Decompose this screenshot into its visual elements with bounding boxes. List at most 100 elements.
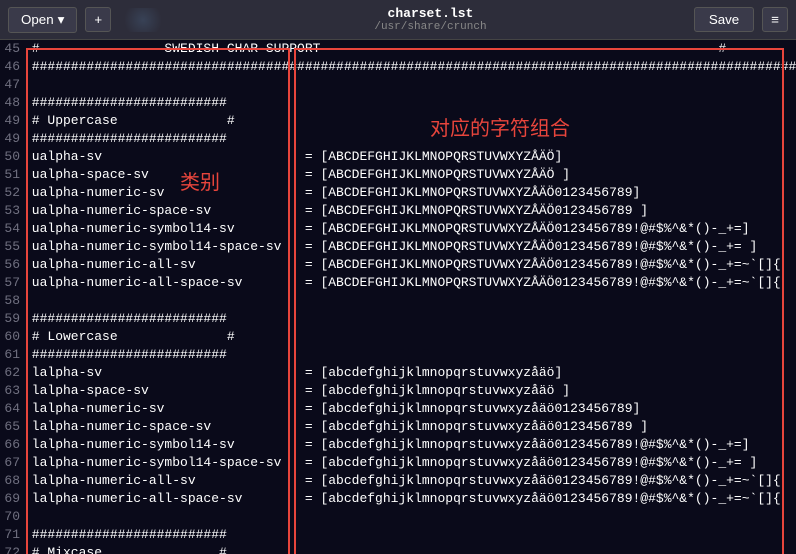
line-number: 65 bbox=[0, 418, 24, 436]
editor-line[interactable]: 49 ######################### bbox=[0, 130, 796, 148]
line-number: 55 bbox=[0, 238, 24, 256]
open-label: Open bbox=[21, 12, 54, 27]
editor-line[interactable]: 45 # SWEDISH CHAR-SUPPORT # bbox=[0, 40, 796, 58]
editor-line[interactable]: 59 ######################### bbox=[0, 310, 796, 328]
editor-line[interactable]: 54 ualpha-numeric-symbol14-sv = [ABCDEFG… bbox=[0, 220, 796, 238]
line-content: ######################### bbox=[24, 310, 796, 328]
line-number: 51 bbox=[0, 166, 24, 184]
line-number: 45 bbox=[0, 40, 24, 58]
editor-line[interactable]: 50 ualpha-sv = [ABCDEFGHIJKLMNOPQRSTUVWX… bbox=[0, 148, 796, 166]
editor-line[interactable]: 56 ualpha-numeric-all-sv = [ABCDEFGHIJKL… bbox=[0, 256, 796, 274]
line-content: ualpha-numeric-symbol14-sv = [ABCDEFGHIJ… bbox=[24, 220, 796, 238]
line-number: 63 bbox=[0, 382, 24, 400]
new-file-icon: + bbox=[94, 12, 102, 27]
line-number: 46 bbox=[0, 58, 24, 76]
line-number: 67 bbox=[0, 454, 24, 472]
line-content: lalpha-numeric-sv = [abcdefghijklmnopqrs… bbox=[24, 400, 796, 418]
line-content: lalpha-numeric-symbol14-sv = [abcdefghij… bbox=[24, 436, 796, 454]
save-button[interactable]: Save bbox=[694, 7, 754, 32]
line-content: lalpha-numeric-symbol14-space-sv = [abcd… bbox=[24, 454, 796, 472]
editor-line[interactable]: 71 ######################### bbox=[0, 526, 796, 544]
line-content: lalpha-numeric-all-space-sv = [abcdefghi… bbox=[24, 490, 796, 508]
editor-line[interactable]: 69 lalpha-numeric-all-space-sv = [abcdef… bbox=[0, 490, 796, 508]
editor-line[interactable]: 51 ualpha-space-sv = [ABCDEFGHIJKLMNOPQR… bbox=[0, 166, 796, 184]
line-content: ualpha-numeric-all-sv = [ABCDEFGHIJKLMNO… bbox=[24, 256, 796, 274]
editor-line[interactable]: 68 lalpha-numeric-all-sv = [abcdefghijkl… bbox=[0, 472, 796, 490]
line-content: lalpha-space-sv = [abcdefghijklmnopqrstu… bbox=[24, 382, 796, 400]
editor-area[interactable]: 45 # SWEDISH CHAR-SUPPORT #46 ##########… bbox=[0, 40, 796, 554]
open-button[interactable]: Open ▾ bbox=[8, 7, 77, 33]
line-number: 57 bbox=[0, 274, 24, 292]
line-number: 54 bbox=[0, 220, 24, 238]
line-content: # Uppercase # bbox=[24, 112, 796, 130]
line-content: ualpha-sv = [ABCDEFGHIJKLMNOPQRSTUVWXYZÅ… bbox=[24, 148, 796, 166]
editor-line[interactable]: 66 lalpha-numeric-symbol14-sv = [abcdefg… bbox=[0, 436, 796, 454]
line-content: lalpha-numeric-space-sv = [abcdefghijklm… bbox=[24, 418, 796, 436]
save-label: Save bbox=[709, 12, 739, 27]
line-content: ######################### bbox=[24, 526, 796, 544]
editor-line[interactable]: 49 # Uppercase # bbox=[0, 112, 796, 130]
editor-line[interactable]: 61 ######################### bbox=[0, 346, 796, 364]
line-content: ualpha-numeric-space-sv = [ABCDEFGHIJKLM… bbox=[24, 202, 796, 220]
line-content: ualpha-numeric-all-space-sv = [ABCDEFGHI… bbox=[24, 274, 796, 292]
chevron-down-icon: ▾ bbox=[58, 12, 65, 28]
line-number: 48 bbox=[0, 94, 24, 112]
editor-line[interactable]: 67 lalpha-numeric-symbol14-space-sv = [a… bbox=[0, 454, 796, 472]
editor-line[interactable]: 65 lalpha-numeric-space-sv = [abcdefghij… bbox=[0, 418, 796, 436]
hamburger-icon: ≡ bbox=[771, 12, 779, 27]
line-content bbox=[24, 508, 796, 526]
editor-line[interactable]: 47 bbox=[0, 76, 796, 94]
line-number: 60 bbox=[0, 328, 24, 346]
line-content bbox=[24, 76, 796, 94]
line-number: 56 bbox=[0, 256, 24, 274]
line-number: 66 bbox=[0, 436, 24, 454]
editor-line[interactable]: 57 ualpha-numeric-all-space-sv = [ABCDEF… bbox=[0, 274, 796, 292]
line-content: # Lowercase # bbox=[24, 328, 796, 346]
line-number: 47 bbox=[0, 76, 24, 94]
editor-line[interactable]: 55 ualpha-numeric-symbol14-space-sv = [A… bbox=[0, 238, 796, 256]
line-content: ######################### bbox=[24, 94, 796, 112]
line-number: 49 bbox=[0, 112, 24, 130]
line-number: 49 bbox=[0, 130, 24, 148]
editor-line[interactable]: 48 ######################### bbox=[0, 94, 796, 112]
file-title: charset.lst bbox=[167, 6, 694, 21]
editor-line[interactable]: 53 ualpha-numeric-space-sv = [ABCDEFGHIJ… bbox=[0, 202, 796, 220]
editor-line[interactable]: 70 bbox=[0, 508, 796, 526]
editor-line[interactable]: 46 #####################################… bbox=[0, 58, 796, 76]
line-content: ######################### bbox=[24, 130, 796, 148]
line-content: ualpha-space-sv = [ABCDEFGHIJKLMNOPQRSTU… bbox=[24, 166, 796, 184]
line-number: 52 bbox=[0, 184, 24, 202]
editor-line[interactable]: 72 # Mixcase # bbox=[0, 544, 796, 554]
line-number: 61 bbox=[0, 346, 24, 364]
editor-line[interactable]: 63 lalpha-space-sv = [abcdefghijklmnopqr… bbox=[0, 382, 796, 400]
line-content: ######################### bbox=[24, 346, 796, 364]
line-number: 58 bbox=[0, 292, 24, 310]
header-bar: Open ▾ + charset.lst /usr/share/crunch S… bbox=[0, 0, 796, 40]
editor-line[interactable]: 64 lalpha-numeric-sv = [abcdefghijklmnop… bbox=[0, 400, 796, 418]
menu-button[interactable]: ≡ bbox=[762, 7, 788, 32]
line-content: # SWEDISH CHAR-SUPPORT # bbox=[24, 40, 796, 58]
line-content: lalpha-sv = [abcdefghijklmnopqrstuvwxyzå… bbox=[24, 364, 796, 382]
editor-line[interactable]: 58 bbox=[0, 292, 796, 310]
title-area: charset.lst /usr/share/crunch bbox=[167, 6, 694, 33]
line-number: 53 bbox=[0, 202, 24, 220]
line-number: 68 bbox=[0, 472, 24, 490]
line-content bbox=[24, 292, 796, 310]
editor-line[interactable]: 62 lalpha-sv = [abcdefghijklmnopqrstuvwx… bbox=[0, 364, 796, 382]
line-number: 70 bbox=[0, 508, 24, 526]
new-file-button[interactable]: + bbox=[85, 7, 111, 32]
line-content: ########################################… bbox=[24, 58, 796, 76]
line-number: 71 bbox=[0, 526, 24, 544]
line-content: ualpha-numeric-sv = [ABCDEFGHIJKLMNOPQRS… bbox=[24, 184, 796, 202]
line-number: 69 bbox=[0, 490, 24, 508]
line-number: 62 bbox=[0, 364, 24, 382]
line-content: ualpha-numeric-symbol14-space-sv = [ABCD… bbox=[24, 238, 796, 256]
line-number: 59 bbox=[0, 310, 24, 328]
editor-line[interactable]: 60 # Lowercase # bbox=[0, 328, 796, 346]
editor-line[interactable]: 52 ualpha-numeric-sv = [ABCDEFGHIJKLMNOP… bbox=[0, 184, 796, 202]
dragon-logo bbox=[119, 8, 167, 32]
file-path: /usr/share/crunch bbox=[167, 21, 694, 33]
line-number: 72 bbox=[0, 544, 24, 554]
line-number: 50 bbox=[0, 148, 24, 166]
line-number: 64 bbox=[0, 400, 24, 418]
